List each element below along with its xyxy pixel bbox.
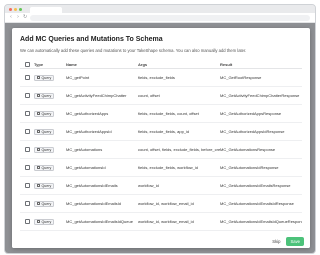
- table-row[interactable]: Query MC_getAutomationsIdEmailsIdQueue wor…: [20, 213, 302, 231]
- reload-icon[interactable]: ↻: [23, 15, 27, 20]
- query-args: workflow_id, workflow_email_id: [138, 219, 194, 224]
- type-label: Query: [41, 147, 52, 152]
- query-result: MC_GetAutomationsIdResponse: [220, 165, 279, 170]
- type-label: Query: [41, 111, 52, 116]
- query-icon: [37, 220, 40, 223]
- query-icon: [37, 202, 40, 205]
- table-row[interactable]: Query MC_getActivityFeedChimpChatter count…: [20, 87, 302, 105]
- table-row[interactable]: Query MC_getAutomationsIdEmails workflow_i…: [20, 177, 302, 195]
- query-result: MC_GetAutomationsResponse: [220, 147, 276, 152]
- query-name: MC_getAutomations: [66, 147, 103, 152]
- query-args: fields, exclude_fields, count, offset: [138, 111, 199, 116]
- query-icon: [37, 76, 40, 79]
- query-name: MC_getActivityFeedChimpChatter: [66, 93, 127, 98]
- modal-title: Add MC Queries and Mutations To Schema: [20, 36, 163, 43]
- table-row[interactable]: Query MC_getAutomationsIdEmailsId workflow…: [20, 195, 302, 213]
- type-badge: Query: [34, 164, 55, 171]
- row-checkbox[interactable]: [24, 201, 30, 206]
- modal-footer: Skip Save: [12, 234, 310, 248]
- type-badge: Query: [34, 92, 55, 99]
- close-window-icon[interactable]: [9, 7, 12, 11]
- query-result: MC_GetAuthorizedAppsIdResponse: [220, 129, 285, 134]
- type-badge: Query: [34, 128, 55, 135]
- query-name: MC_getAutomationsIdEmails: [66, 183, 118, 188]
- browser-tab-bar: [5, 5, 315, 13]
- query-name: MC_getAutomationsIdEmailsId: [66, 201, 121, 206]
- query-result: MC_GetAutomationsIdEmailsIdQueueResponse: [220, 219, 302, 224]
- save-button[interactable]: Save: [286, 236, 304, 246]
- table-row[interactable]: Query MC_getAuthorizedAppsId fields, exclu…: [20, 123, 302, 141]
- type-label: Query: [41, 165, 52, 170]
- query-name: MC_getAuthorizedAppsId: [66, 129, 112, 134]
- query-icon: [37, 166, 40, 169]
- query-args: count, offset, fields, exclude_fields, b…: [138, 147, 220, 152]
- column-header-type: Type: [34, 61, 44, 67]
- row-checkbox[interactable]: [24, 183, 30, 188]
- type-badge: Query: [34, 110, 55, 117]
- query-icon: [37, 130, 40, 133]
- select-all-checkbox[interactable]: [24, 61, 30, 67]
- row-checkbox[interactable]: [24, 147, 30, 152]
- row-checkbox[interactable]: [24, 219, 30, 224]
- row-checkbox[interactable]: [24, 93, 30, 98]
- back-arrow-icon[interactable]: ‹: [9, 15, 13, 20]
- query-result: MC_GetRootResponse: [220, 75, 262, 80]
- add-queries-modal: Add MC Queries and Mutations To Schema W…: [12, 28, 310, 248]
- type-badge: Query: [34, 218, 55, 225]
- address-bar[interactable]: [30, 14, 310, 21]
- type-badge: Query: [34, 74, 55, 81]
- query-args: workflow_id: [138, 183, 159, 188]
- query-name: MC_getPoint: [66, 75, 90, 80]
- query-icon: [37, 112, 40, 115]
- table-row[interactable]: Query MC_getAutomationsId fields, exclude_…: [20, 159, 302, 177]
- minimize-window-icon[interactable]: [14, 7, 17, 11]
- query-args: workflow_id, workflow_email_id: [138, 201, 194, 206]
- query-name: MC_getAutomationsIdEmailsIdQueue: [66, 219, 133, 224]
- modal-description: We can automatically add these queries a…: [20, 48, 247, 53]
- query-args: fields, exclude_fields, workflow_id: [138, 165, 199, 170]
- table-body: Query MC_getPoint fields, exclude_fields MC…: [20, 69, 302, 248]
- query-args: fields, exclude_fields: [138, 75, 175, 80]
- type-label: Query: [41, 183, 52, 188]
- type-label: Query: [41, 75, 52, 80]
- type-badge: Query: [34, 146, 55, 153]
- query-icon: [37, 184, 40, 187]
- query-result: MC_GetAuthorizedAppsResponse: [220, 111, 282, 116]
- row-checkbox[interactable]: [24, 129, 30, 134]
- maximize-window-icon[interactable]: [19, 7, 22, 11]
- skip-button[interactable]: Skip: [272, 239, 280, 244]
- browser-nav-bar: ‹ › ↻: [5, 13, 315, 23]
- table-header: Type Name Args Result: [20, 60, 302, 69]
- queries-table: Type Name Args Result Query MC_getPoint fi…: [20, 60, 302, 248]
- type-label: Query: [41, 129, 52, 134]
- row-checkbox[interactable]: [24, 111, 30, 116]
- type-label: Query: [41, 93, 52, 98]
- query-result: MC_GetAutomationsIdEmailsIdResponse: [220, 201, 294, 206]
- browser-tab[interactable]: [30, 7, 62, 13]
- forward-arrow-icon[interactable]: ›: [16, 15, 20, 20]
- query-result: MC_GetAutomationsIdEmailsResponse: [220, 183, 291, 188]
- query-args: fields, exclude_fields, app_id: [138, 129, 190, 134]
- column-header-name: Name: [66, 61, 77, 67]
- query-name: MC_getAutomationsId: [66, 165, 106, 170]
- query-args: count, offset: [138, 93, 160, 98]
- row-checkbox[interactable]: [24, 165, 30, 170]
- query-name: MC_getAuthorizedApps: [66, 111, 109, 116]
- table-row[interactable]: Query MC_getAuthorizedApps fields, exclude…: [20, 105, 302, 123]
- row-checkbox[interactable]: [24, 75, 30, 80]
- query-icon: [37, 148, 40, 151]
- type-badge: Query: [34, 182, 55, 189]
- type-label: Query: [41, 219, 52, 224]
- table-row[interactable]: Query MC_getPoint fields, exclude_fields MC…: [20, 69, 302, 87]
- type-badge: Query: [34, 200, 55, 207]
- column-header-args: Args: [138, 61, 148, 67]
- query-result: MC_GetActivityFeedChimpChatterResponse: [220, 93, 300, 98]
- query-icon: [37, 94, 40, 97]
- type-label: Query: [41, 201, 52, 206]
- table-row[interactable]: Query MC_getAutomations count, offset, fie…: [20, 141, 302, 159]
- column-header-result: Result: [220, 61, 233, 67]
